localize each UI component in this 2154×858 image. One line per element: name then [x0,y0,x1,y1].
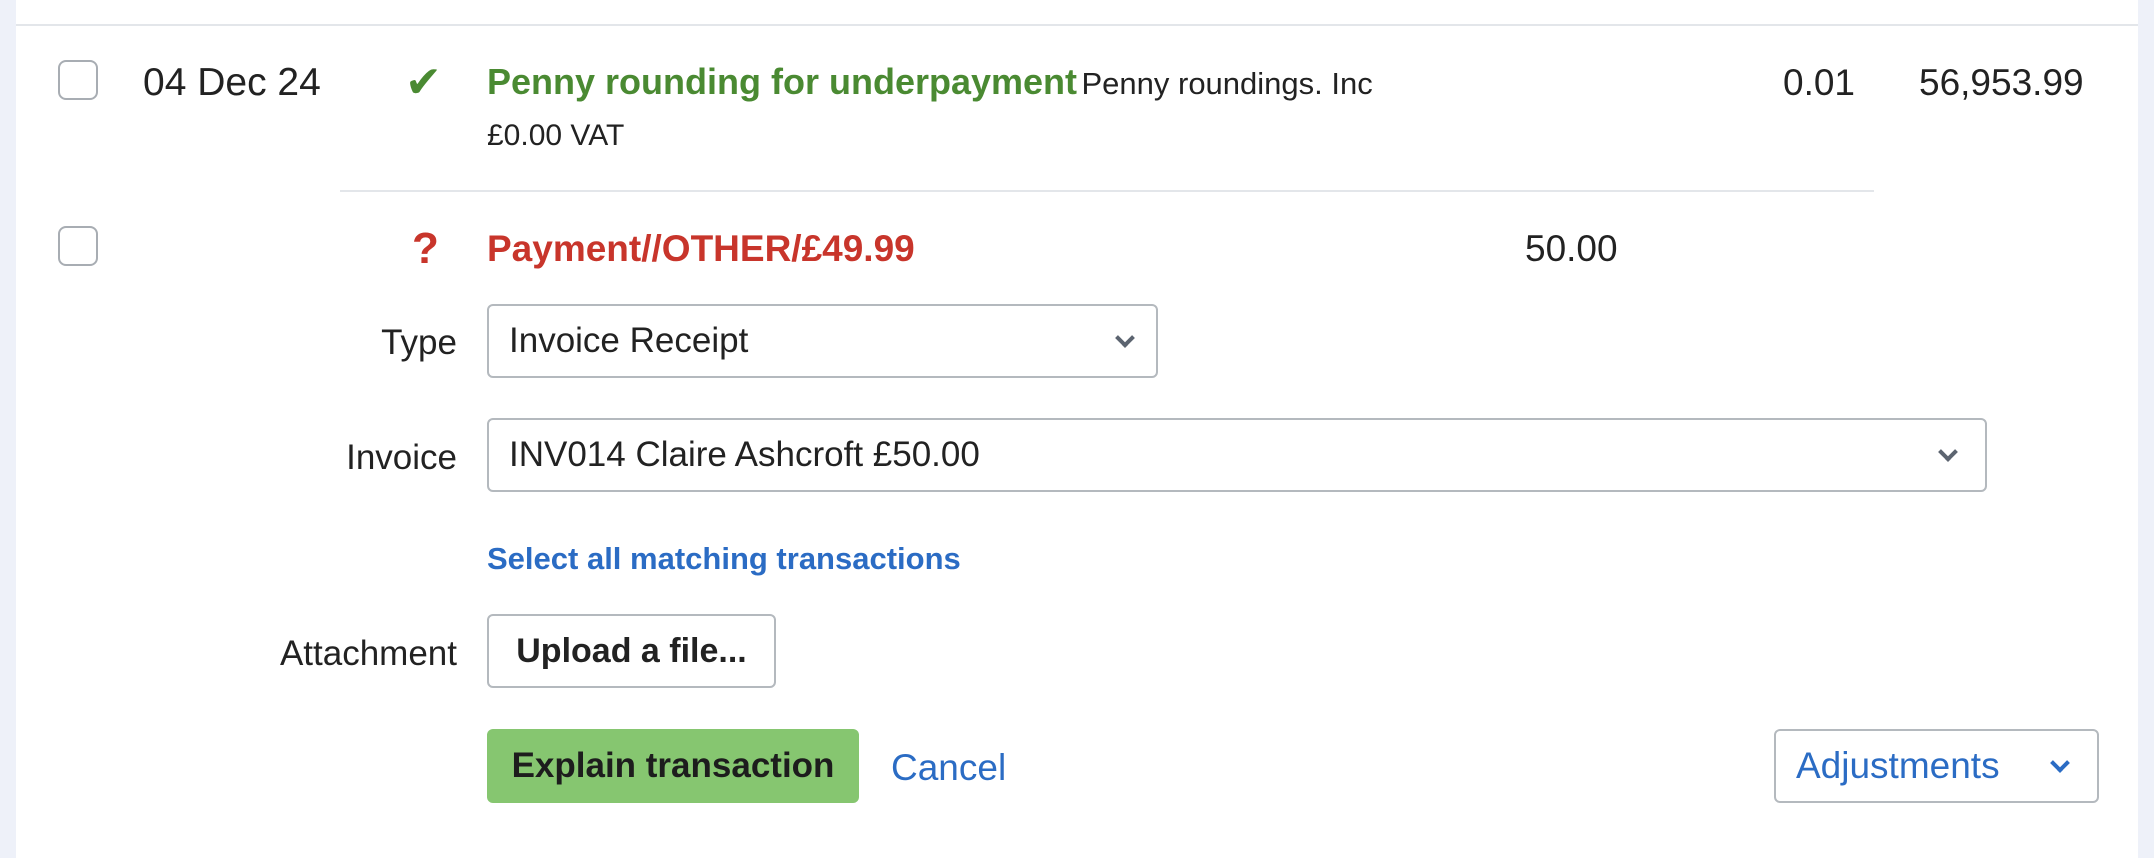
invoice-select-value: INV014 Claire Ashcroft £50.00 [509,435,980,474]
top-divider [16,24,2138,26]
transaction-title[interactable]: Penny rounding for underpayment [487,61,1077,102]
transaction-party: Penny roundings. Inc [1081,66,1373,101]
explain-transaction-button[interactable]: Explain transaction [487,729,859,803]
attachment-label: Attachment [279,634,457,673]
transaction-amount: 0.01 [1783,62,1856,103]
adjustments-label: Adjustments [1796,745,2000,786]
type-select-value: Invoice Receipt [509,321,749,360]
row-checkbox[interactable] [58,60,98,100]
transaction-description: Penny rounding for underpayment Penny ro… [487,64,1373,100]
select-all-matching-link[interactable]: Select all matching transactions [487,543,961,574]
type-select[interactable]: Invoice Receipt [487,304,1158,378]
adjustments-button[interactable]: Adjustments [1774,729,2099,803]
row-divider [340,190,1874,192]
upload-file-button[interactable]: Upload a file... [487,614,776,688]
row-checkbox[interactable] [58,226,98,266]
running-balance: 56,953.99 [1919,62,2084,103]
invoice-select[interactable]: INV014 Claire Ashcroft £50.00 [487,418,1987,492]
type-label: Type [381,323,457,362]
cancel-button[interactable]: Cancel [891,749,1006,786]
transaction-date: 04 Dec 24 [143,61,321,104]
explained-check-icon: ✔ [405,58,442,107]
transaction-title[interactable]: Payment//OTHER/£49.99 [487,230,915,267]
chevron-down-icon [2050,753,2070,773]
chevron-down-icon [1938,442,1958,462]
invoice-label: Invoice [346,438,457,477]
unexplained-question-icon: ? [412,224,439,273]
chevron-down-icon [1115,328,1135,348]
transaction-amount: 50.00 [1525,228,1618,269]
vat-amount: £0.00 VAT [487,119,625,152]
